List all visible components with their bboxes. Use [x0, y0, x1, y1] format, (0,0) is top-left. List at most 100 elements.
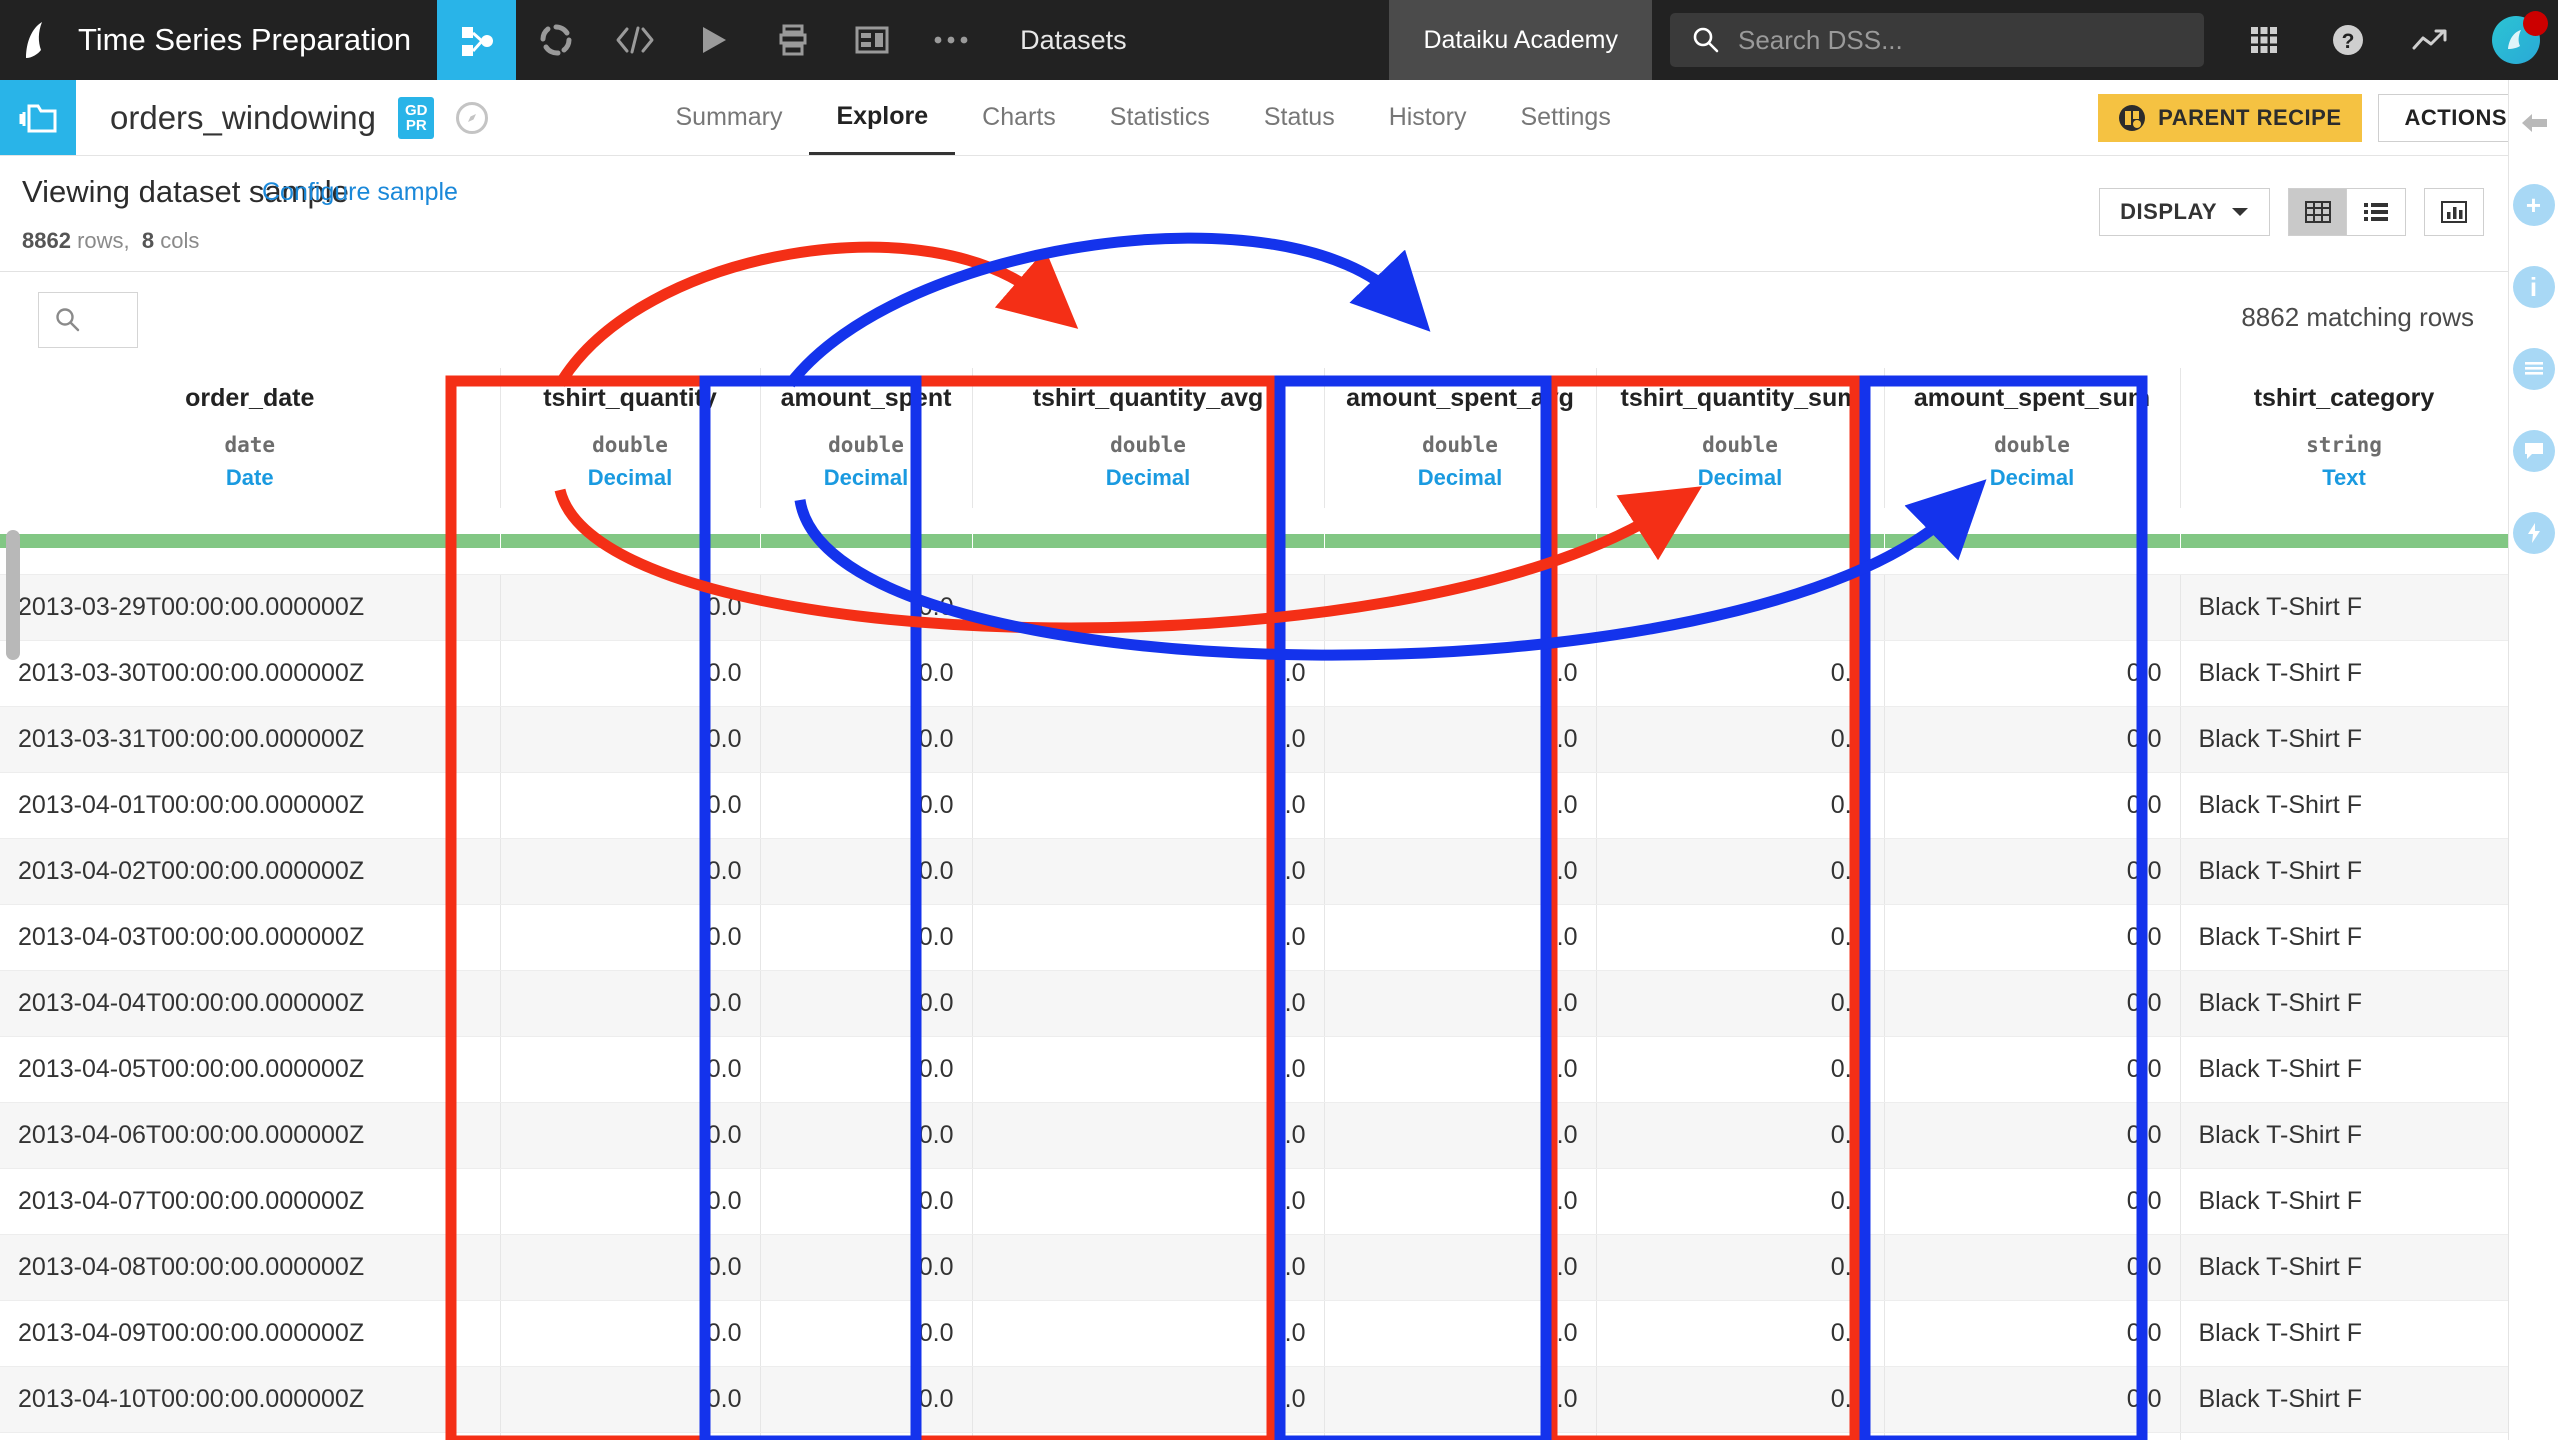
nav-section-datasets[interactable]: Datasets	[990, 0, 1157, 80]
tab-summary[interactable]: Summary	[648, 80, 809, 155]
cell-amount_spent[interactable]: 0.0	[760, 1432, 973, 1440]
discussion-circle[interactable]	[2512, 430, 2555, 472]
cell-order_date[interactable]: 2013-04-08T00:00:00.000000Z	[0, 1234, 501, 1301]
table-row[interactable]: 2013-04-08T00:00:00.000000Z 0.0 0.0 0.0 0.0 0…	[0, 1234, 2508, 1301]
cell-order_date[interactable]: 2013-03-30T00:00:00.000000Z	[0, 640, 501, 707]
column-header-order_date[interactable]: order_date date Date	[0, 368, 501, 508]
cell-tshirt_quantity[interactable]: 0.0	[500, 640, 761, 707]
column-header-amount_spent_avg[interactable]: amount_spent_avg double Decimal	[1324, 368, 1597, 508]
cell-tshirt_quantity[interactable]: 0.0	[500, 904, 761, 971]
avatar[interactable]	[2492, 11, 2548, 64]
cell-order_date[interactable]: 2013-03-31T00:00:00.000000Z	[0, 706, 501, 773]
cell-tshirt_category[interactable]: Black T-Shirt F	[2180, 1432, 2508, 1440]
tab-history[interactable]: History	[1362, 80, 1494, 155]
cell-tshirt_category[interactable]: Black T-Shirt F	[2180, 1102, 2508, 1169]
gdpr-badge[interactable]: GD PR	[397, 96, 435, 139]
cell-tshirt_quantity[interactable]: 0.0	[500, 772, 761, 839]
column-meaning[interactable]: Decimal	[779, 465, 954, 491]
column-quality-bar[interactable]	[1884, 508, 2181, 575]
trending-up-icon[interactable]	[2390, 0, 2474, 80]
cell-amount_spent_sum[interactable]: 0.0	[1884, 1168, 2181, 1235]
compass-icon[interactable]	[456, 101, 489, 134]
cell-tshirt_category[interactable]: Black T-Shirt F	[2180, 772, 2508, 839]
help-icon[interactable]: ?	[2306, 0, 2390, 80]
cell-tshirt_category[interactable]: Black T-Shirt F	[2180, 838, 2508, 905]
cell-tshirt_quantity_sum[interactable]: 0.0	[1596, 772, 1885, 839]
table-row[interactable]: 2013-04-07T00:00:00.000000Z 0.0 0.0 0.0 0.0 0…	[0, 1168, 2508, 1235]
add-plus-circle[interactable]: +	[2512, 184, 2555, 226]
cell-amount_spent_avg[interactable]: 0.0	[1324, 706, 1597, 773]
info-circle[interactable]: i	[2512, 266, 2555, 308]
cell-order_date[interactable]: 2013-04-09T00:00:00.000000Z	[0, 1300, 501, 1367]
dataiku-bird-logo[interactable]	[0, 0, 78, 80]
cell-tshirt_category[interactable]: Black T-Shirt F	[2180, 1036, 2508, 1103]
cell-order_date[interactable]: 2013-04-03T00:00:00.000000Z	[0, 904, 501, 971]
cell-order_date[interactable]: 2013-04-10T00:00:00.000000Z	[0, 1366, 501, 1433]
cell-order_date[interactable]: 2013-04-02T00:00:00.000000Z	[0, 838, 501, 905]
column-quality-bar[interactable]	[972, 508, 1325, 575]
table-row[interactable]: 2013-03-29T00:00:00.000000Z 0.0 0.0 Black T…	[0, 574, 2508, 641]
nav-icon-automation[interactable]	[753, 0, 832, 80]
cell-amount_spent[interactable]: 0.0	[760, 772, 973, 839]
cell-tshirt_quantity_sum[interactable]: 0.0	[1596, 1234, 1885, 1301]
parent-recipe-button[interactable]: PARENT RECIPE	[2098, 93, 2362, 142]
tab-settings[interactable]: Settings	[1494, 80, 1638, 155]
column-header-amount_spent[interactable]: amount_spent double Decimal	[760, 368, 973, 508]
table-row[interactable]: 2013-04-01T00:00:00.000000Z 0.0 0.0 0.0 0.0 0…	[0, 772, 2508, 839]
column-header-tshirt_category[interactable]: tshirt_category string Text	[2180, 368, 2508, 508]
cell-tshirt_quantity[interactable]: 0.0	[500, 1102, 761, 1169]
cell-tshirt_quantity_avg[interactable]: 0.0	[972, 838, 1325, 905]
tab-explore[interactable]: Explore	[809, 80, 956, 155]
left-scrollbar-thumb[interactable]	[6, 530, 20, 660]
cell-tshirt_quantity_avg[interactable]	[972, 574, 1325, 641]
cell-tshirt_quantity[interactable]: 0.0	[500, 1366, 761, 1433]
notification-dot[interactable]	[2523, 11, 2548, 36]
column-meaning[interactable]: Decimal	[1615, 465, 1866, 491]
cell-tshirt_quantity[interactable]: 0.0	[500, 1432, 761, 1440]
cell-tshirt_quantity_sum[interactable]	[1596, 574, 1885, 641]
cell-tshirt_quantity[interactable]: 0.0	[500, 970, 761, 1037]
cell-tshirt_quantity_avg[interactable]: 0.0	[972, 1168, 1325, 1235]
cell-tshirt_quantity_avg[interactable]: 0.0	[972, 1036, 1325, 1103]
cell-tshirt_quantity[interactable]: 0.0	[500, 574, 761, 641]
column-quality-bar[interactable]	[760, 508, 973, 575]
info-icon[interactable]: i	[2511, 264, 2557, 310]
cell-tshirt_category[interactable]: Black T-Shirt F	[2180, 1234, 2508, 1301]
discussion-icon[interactable]	[2511, 428, 2557, 474]
column-header-tshirt_quantity[interactable]: tshirt_quantity double Decimal	[500, 368, 761, 508]
cell-order_date[interactable]: 2013-04-11T00:00:00.000000Z	[0, 1432, 501, 1440]
details-circle[interactable]	[2512, 348, 2555, 390]
cell-tshirt_quantity_avg[interactable]: 0.0	[972, 1366, 1325, 1433]
cell-tshirt_quantity_avg[interactable]: 0.0	[972, 640, 1325, 707]
cell-amount_spent[interactable]: 0.0	[760, 640, 973, 707]
data-table-wrapper[interactable]: order_date date Date tshirt_quantity double D…	[0, 368, 2508, 1440]
cell-tshirt_quantity_sum[interactable]: 0.0	[1596, 1432, 1885, 1440]
bar-chart-icon[interactable]	[2424, 188, 2484, 236]
column-meaning[interactable]: Decimal	[991, 465, 1306, 491]
cell-amount_spent_sum[interactable]: 0.0	[1884, 1102, 2181, 1169]
column-meaning[interactable]: Text	[2199, 465, 2490, 491]
cell-order_date[interactable]: 2013-04-04T00:00:00.000000Z	[0, 970, 501, 1037]
cell-amount_spent_sum[interactable]: 0.0	[1884, 838, 2181, 905]
cell-order_date[interactable]: 2013-04-01T00:00:00.000000Z	[0, 772, 501, 839]
cell-tshirt_quantity[interactable]: 0.0	[500, 838, 761, 905]
column-quality-bar[interactable]	[500, 508, 761, 575]
list-view-icon[interactable]	[2347, 189, 2405, 235]
tab-status[interactable]: Status	[1237, 80, 1362, 155]
nav-icon-flow[interactable]	[437, 0, 517, 80]
nav-icon-code[interactable]	[595, 0, 674, 80]
cell-tshirt_quantity_avg[interactable]: 0.0	[972, 1102, 1325, 1169]
cell-tshirt_quantity[interactable]: 0.0	[500, 1234, 761, 1301]
cell-amount_spent_sum[interactable]: 0.0	[1884, 970, 2181, 1037]
cell-amount_spent[interactable]: 0.0	[760, 1234, 973, 1301]
cell-amount_spent[interactable]: 0.0	[760, 1366, 973, 1433]
cell-order_date[interactable]: 2013-04-05T00:00:00.000000Z	[0, 1036, 501, 1103]
academy-chip[interactable]: Dataiku Academy	[1389, 0, 1652, 80]
cell-tshirt_quantity_avg[interactable]: 0.0	[972, 904, 1325, 971]
cell-tshirt_quantity_sum[interactable]: 0.0	[1596, 1102, 1885, 1169]
cell-amount_spent_avg[interactable]: 0.0	[1324, 838, 1597, 905]
table-row[interactable]: 2013-04-02T00:00:00.000000Z 0.0 0.0 0.0 0.0 0…	[0, 838, 2508, 905]
cell-tshirt_quantity_sum[interactable]: 0.0	[1596, 838, 1885, 905]
column-quality-bar[interactable]	[0, 508, 501, 575]
actions-bolt-icon[interactable]	[2511, 510, 2557, 556]
